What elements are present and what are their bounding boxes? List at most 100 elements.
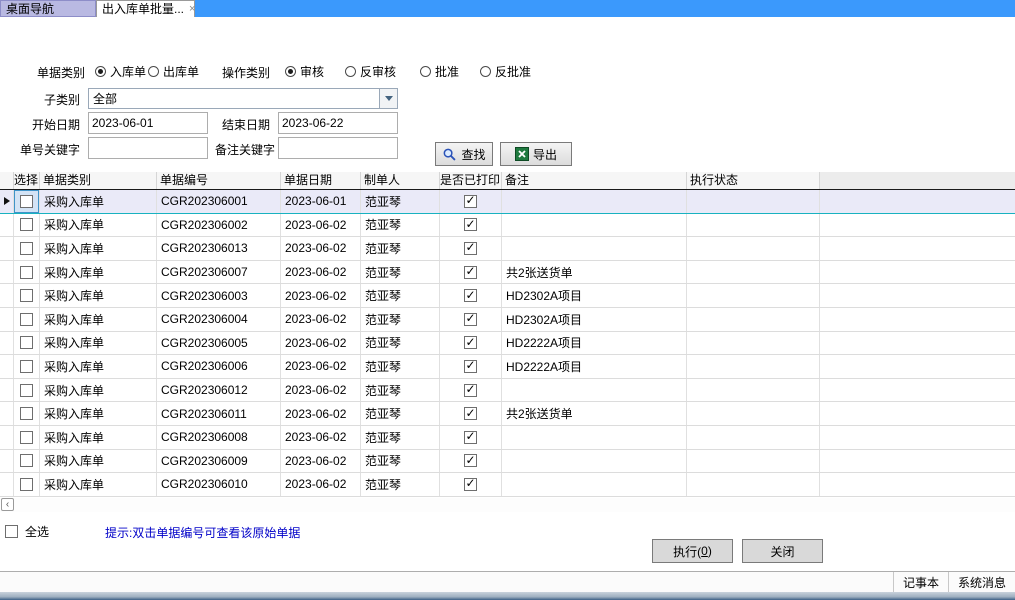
search-button[interactable]: 查找: [435, 142, 493, 166]
table-row[interactable]: 采购入库单 CGR202306007 2023-06-02 范亚琴 共2张送货单: [0, 261, 1015, 285]
printed-checkbox[interactable]: [464, 313, 477, 326]
printed-checkbox[interactable]: [464, 454, 477, 467]
radio-audit-icon[interactable]: [285, 66, 296, 77]
table-row[interactable]: 采购入库单 CGR202306009 2023-06-02 范亚琴: [0, 450, 1015, 474]
printed-checkbox[interactable]: [464, 360, 477, 373]
remark-keyword-input[interactable]: [278, 137, 398, 159]
radio-outbound[interactable]: 出库单: [148, 63, 199, 80]
radio-outbound-icon[interactable]: [148, 66, 159, 77]
header-creator[interactable]: 制单人: [361, 172, 440, 189]
table-row[interactable]: 采购入库单 CGR202306012 2023-06-02 范亚琴: [0, 379, 1015, 403]
header-select[interactable]: 选择: [14, 172, 40, 189]
doc-no-keyword-input[interactable]: [88, 137, 208, 159]
end-date-input[interactable]: 2023-06-22: [278, 112, 398, 134]
statusbar-system-message[interactable]: 系统消息: [948, 572, 1015, 592]
cell-doc-no[interactable]: CGR202306011: [157, 402, 281, 425]
execute-button[interactable]: 执行(0): [652, 539, 733, 563]
row-select-checkbox[interactable]: [20, 336, 33, 349]
subtype-select[interactable]: 全部: [88, 88, 398, 109]
row-select-checkbox[interactable]: [20, 384, 33, 397]
cell-doc-no[interactable]: CGR202306001: [157, 190, 281, 213]
header-doc-no[interactable]: 单据编号: [157, 172, 281, 189]
row-select-checkbox[interactable]: [20, 478, 33, 491]
printed-checkbox[interactable]: [464, 407, 477, 420]
row-select-cell[interactable]: [14, 190, 40, 213]
export-button[interactable]: 导出: [500, 142, 572, 166]
cell-doc-no[interactable]: CGR202306007: [157, 261, 281, 284]
table-row[interactable]: 采购入库单 CGR202306010 2023-06-02 范亚琴: [0, 473, 1015, 497]
radio-unaudit-icon[interactable]: [345, 66, 356, 77]
radio-audit[interactable]: 审核: [285, 63, 324, 80]
cell-doc-no[interactable]: CGR202306012: [157, 379, 281, 402]
header-printed[interactable]: 是否已打印: [440, 172, 502, 189]
printed-checkbox[interactable]: [464, 242, 477, 255]
select-all-control[interactable]: 全选: [5, 523, 49, 540]
cell-doc-no[interactable]: CGR202306005: [157, 332, 281, 355]
row-select-checkbox[interactable]: [20, 195, 33, 208]
tab-batch-doc[interactable]: 出入库单批量... ×: [96, 0, 195, 17]
printed-checkbox[interactable]: [464, 289, 477, 302]
radio-unapprove[interactable]: 反批准: [480, 63, 531, 80]
table-row[interactable]: 采购入库单 CGR202306004 2023-06-02 范亚琴 HD2302…: [0, 308, 1015, 332]
cell-doc-no[interactable]: CGR202306003: [157, 284, 281, 307]
cell-doc-no[interactable]: CGR202306006: [157, 355, 281, 378]
row-select-checkbox[interactable]: [20, 218, 33, 231]
row-select-checkbox[interactable]: [20, 289, 33, 302]
printed-checkbox[interactable]: [464, 336, 477, 349]
close-button[interactable]: 关闭: [742, 539, 823, 563]
row-select-cell[interactable]: [14, 450, 40, 473]
printed-checkbox[interactable]: [464, 431, 477, 444]
radio-unaudit[interactable]: 反审核: [345, 63, 396, 80]
radio-unapprove-icon[interactable]: [480, 66, 491, 77]
row-select-cell[interactable]: [14, 355, 40, 378]
cell-doc-no[interactable]: CGR202306002: [157, 214, 281, 237]
scroll-left-arrow-icon[interactable]: ‹: [1, 498, 14, 511]
row-select-checkbox[interactable]: [20, 360, 33, 373]
row-select-checkbox[interactable]: [20, 431, 33, 444]
cell-doc-no[interactable]: CGR202306008: [157, 426, 281, 449]
row-select-checkbox[interactable]: [20, 313, 33, 326]
row-select-checkbox[interactable]: [20, 454, 33, 467]
table-row[interactable]: 采购入库单 CGR202306011 2023-06-02 范亚琴 共2张送货单: [0, 402, 1015, 426]
row-select-cell[interactable]: [14, 284, 40, 307]
cell-doc-no[interactable]: CGR202306009: [157, 450, 281, 473]
printed-checkbox[interactable]: [464, 384, 477, 397]
printed-checkbox[interactable]: [464, 195, 477, 208]
printed-checkbox[interactable]: [464, 266, 477, 279]
printed-checkbox[interactable]: [464, 478, 477, 491]
start-date-input[interactable]: 2023-06-01: [88, 112, 208, 134]
row-select-cell[interactable]: [14, 308, 40, 331]
header-status[interactable]: 执行状态: [687, 172, 820, 189]
horizontal-scrollbar[interactable]: ‹: [0, 498, 1015, 512]
select-all-checkbox[interactable]: [5, 525, 18, 538]
cell-doc-no[interactable]: CGR202306013: [157, 237, 281, 260]
table-row[interactable]: 采购入库单 CGR202306002 2023-06-02 范亚琴: [0, 214, 1015, 238]
chevron-down-icon[interactable]: [379, 89, 397, 108]
radio-approve[interactable]: 批准: [420, 63, 459, 80]
table-row[interactable]: 采购入库单 CGR202306013 2023-06-02 范亚琴: [0, 237, 1015, 261]
row-select-cell[interactable]: [14, 261, 40, 284]
radio-inbound[interactable]: 入库单: [95, 63, 146, 80]
tab-desktop-nav[interactable]: 桌面导航: [0, 0, 96, 17]
cell-doc-no[interactable]: CGR202306010: [157, 473, 281, 496]
table-row[interactable]: 采购入库单 CGR202306001 2023-06-01 范亚琴: [0, 190, 1015, 214]
radio-approve-icon[interactable]: [420, 66, 431, 77]
header-doc-type[interactable]: 单据类别: [40, 172, 157, 189]
table-row[interactable]: 采购入库单 CGR202306008 2023-06-02 范亚琴: [0, 426, 1015, 450]
header-doc-date[interactable]: 单据日期: [281, 172, 361, 189]
row-select-cell[interactable]: [14, 214, 40, 237]
row-select-cell[interactable]: [14, 426, 40, 449]
row-select-cell[interactable]: [14, 237, 40, 260]
table-row[interactable]: 采购入库单 CGR202306003 2023-06-02 范亚琴 HD2302…: [0, 284, 1015, 308]
cell-doc-no[interactable]: CGR202306004: [157, 308, 281, 331]
row-select-checkbox[interactable]: [20, 407, 33, 420]
tab-close-icon[interactable]: ×: [189, 4, 195, 15]
header-remark[interactable]: 备注: [502, 172, 687, 189]
statusbar-notepad[interactable]: 记事本: [893, 572, 948, 592]
row-select-checkbox[interactable]: [20, 266, 33, 279]
row-select-cell[interactable]: [14, 379, 40, 402]
table-row[interactable]: 采购入库单 CGR202306006 2023-06-02 范亚琴 HD2222…: [0, 355, 1015, 379]
table-row[interactable]: 采购入库单 CGR202306005 2023-06-02 范亚琴 HD2222…: [0, 332, 1015, 356]
printed-checkbox[interactable]: [464, 218, 477, 231]
row-select-cell[interactable]: [14, 473, 40, 496]
